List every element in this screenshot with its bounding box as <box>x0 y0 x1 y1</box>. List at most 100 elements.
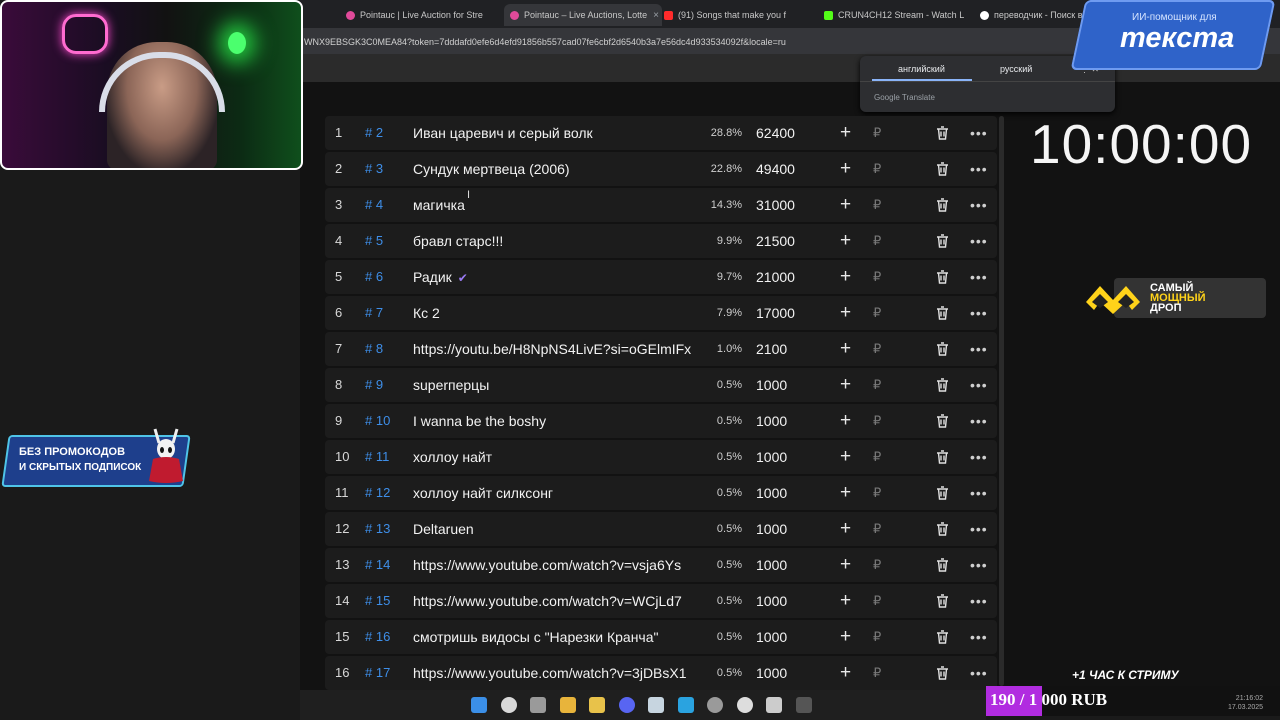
lot-amount[interactable]: 1000 <box>756 512 787 546</box>
lot-fast-id[interactable]: # 6 <box>365 260 383 294</box>
more-icon[interactable]: ••• <box>970 368 988 402</box>
trash-icon[interactable] <box>936 342 949 361</box>
trash-icon[interactable] <box>936 486 949 505</box>
lot-amount[interactable]: 31000 <box>756 188 795 222</box>
notepad-icon[interactable] <box>766 697 782 713</box>
ruble-icon[interactable]: ₽ <box>873 332 881 366</box>
more-icon[interactable]: ••• <box>970 440 988 474</box>
plus-icon[interactable]: + <box>840 440 851 474</box>
more-icon[interactable]: ••• <box>970 476 988 510</box>
plus-icon[interactable]: + <box>840 188 851 222</box>
lot-name[interactable]: https://www.youtube.com/watch?v=3jDBsX1 <box>413 656 703 690</box>
plus-icon[interactable]: + <box>840 656 851 690</box>
plus-icon[interactable]: + <box>840 548 851 582</box>
ruble-icon[interactable]: ₽ <box>873 584 881 618</box>
lot-fast-id[interactable]: # 10 <box>365 404 390 438</box>
close-tab-icon[interactable]: × <box>653 10 659 21</box>
more-icon[interactable]: ••• <box>970 548 988 582</box>
browser-tab-1[interactable]: Pointauc | Live Auction for Stre <box>346 4 486 26</box>
task-view-icon[interactable] <box>530 697 546 713</box>
lot-name[interactable]: superперцы <box>413 368 703 402</box>
trash-icon[interactable] <box>936 270 949 289</box>
url-text[interactable]: WNX9EBSGK3C0MEA84?token=7dddafd0efe6d4ef… <box>304 37 786 47</box>
plus-icon[interactable]: + <box>840 332 851 366</box>
lot-fast-id[interactable]: # 17 <box>365 656 390 690</box>
telegram-icon[interactable] <box>677 697 694 713</box>
trash-icon[interactable] <box>936 162 949 181</box>
plus-icon[interactable]: + <box>840 404 851 438</box>
ruble-icon[interactable]: ₽ <box>873 548 881 582</box>
browser-tab-2[interactable]: Pointauc – Live Auctions, Lotte × <box>504 4 662 26</box>
trash-icon[interactable] <box>936 306 949 325</box>
lot-amount[interactable]: 1000 <box>756 584 787 618</box>
lot-name[interactable]: Сундук мертвеца (2006) <box>413 152 703 186</box>
lot-fast-id[interactable]: # 5 <box>365 224 383 258</box>
lot-name[interactable]: холлоу найт силксонг <box>413 476 703 510</box>
lot-name[interactable]: https://www.youtube.com/watch?v=WCjLd7 <box>413 584 703 618</box>
target-language-tab[interactable]: русский <box>1000 64 1032 74</box>
more-icon[interactable]: ••• <box>970 512 988 546</box>
more-icon[interactable]: ••• <box>970 188 988 222</box>
lot-amount[interactable]: 1000 <box>756 368 787 402</box>
lot-fast-id[interactable]: # 4 <box>365 188 383 222</box>
more-icon[interactable]: ••• <box>970 116 988 150</box>
more-icon[interactable]: ••• <box>970 260 988 294</box>
lot-amount[interactable]: 1000 <box>756 476 787 510</box>
lot-fast-id[interactable]: # 16 <box>365 620 390 654</box>
lot-amount[interactable]: 62400 <box>756 116 795 150</box>
lot-name[interactable]: I wanna be the boshy <box>413 404 703 438</box>
lot-name[interactable]: смотришь видосы с "Нарезки Кранча" <box>413 620 703 654</box>
plus-icon[interactable]: + <box>840 116 851 150</box>
lot-name[interactable]: Радик ✔ <box>413 260 703 295</box>
ruble-icon[interactable]: ₽ <box>873 440 881 474</box>
plus-icon[interactable]: + <box>840 224 851 258</box>
plus-icon[interactable]: + <box>840 584 851 618</box>
trash-icon[interactable] <box>936 126 949 145</box>
trash-icon[interactable] <box>936 558 949 577</box>
plus-icon[interactable]: + <box>840 152 851 186</box>
plus-icon[interactable]: + <box>840 260 851 294</box>
ruble-icon[interactable]: ₽ <box>873 296 881 330</box>
lot-amount[interactable]: 49400 <box>756 152 795 186</box>
trash-icon[interactable] <box>936 414 949 433</box>
lot-amount[interactable]: 21000 <box>756 260 795 294</box>
terminal-icon[interactable] <box>795 697 812 713</box>
ruble-icon[interactable]: ₽ <box>873 368 881 402</box>
lot-fast-id[interactable]: # 9 <box>365 368 383 402</box>
more-icon[interactable]: ••• <box>970 296 988 330</box>
lot-amount[interactable]: 1000 <box>756 656 787 690</box>
ruble-icon[interactable]: ₽ <box>873 512 881 546</box>
folder-icon[interactable] <box>589 697 605 713</box>
ruble-icon[interactable]: ₽ <box>873 260 881 294</box>
ruble-icon[interactable]: ₽ <box>873 404 881 438</box>
trash-icon[interactable] <box>936 450 949 469</box>
chrome-icon[interactable] <box>559 697 576 713</box>
steam-icon[interactable] <box>648 697 664 713</box>
ruble-icon[interactable]: ₽ <box>873 116 881 150</box>
trash-icon[interactable] <box>936 666 949 685</box>
lot-fast-id[interactable]: # 3 <box>365 152 383 186</box>
ruble-icon[interactable]: ₽ <box>873 224 881 258</box>
ruble-icon[interactable]: ₽ <box>873 152 881 186</box>
ruble-icon[interactable]: ₽ <box>873 620 881 654</box>
plus-icon[interactable]: + <box>840 476 851 510</box>
lot-fast-id[interactable]: # 8 <box>365 332 383 366</box>
ruble-icon[interactable]: ₽ <box>873 656 881 690</box>
lot-amount[interactable]: 1000 <box>756 440 787 474</box>
search-icon[interactable] <box>500 697 517 713</box>
trash-icon[interactable] <box>936 594 949 613</box>
ruble-icon[interactable]: ₽ <box>873 188 881 222</box>
more-icon[interactable]: ••• <box>970 332 988 366</box>
lot-amount[interactable]: 1000 <box>756 620 787 654</box>
lot-fast-id[interactable]: # 15 <box>365 584 390 618</box>
more-icon[interactable]: ••• <box>970 224 988 258</box>
trash-icon[interactable] <box>936 234 949 253</box>
lot-name[interactable]: Иван царевич и серый волк <box>413 116 703 150</box>
ruble-icon[interactable]: ₽ <box>873 476 881 510</box>
lot-name[interactable]: https://youtu.be/H8NpNS4LivE?si=oGElmIFx <box>413 332 703 366</box>
lot-fast-id[interactable]: # 2 <box>365 116 383 150</box>
trash-icon[interactable] <box>936 378 949 397</box>
source-language-tab[interactable]: английский <box>898 64 945 74</box>
discord-icon[interactable] <box>618 697 635 713</box>
lot-name[interactable]: Deltaruen <box>413 512 703 546</box>
